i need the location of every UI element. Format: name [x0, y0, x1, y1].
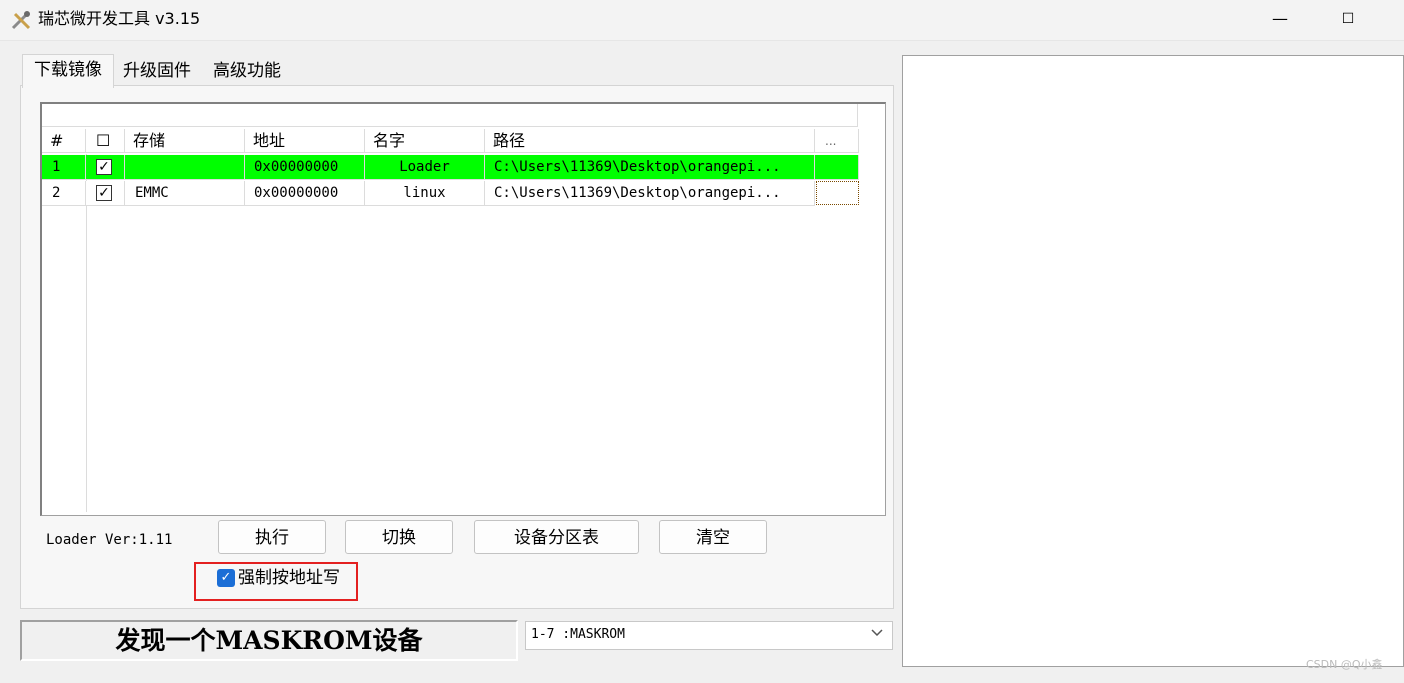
- row-name: Loader: [365, 155, 485, 180]
- table-row[interactable]: 2 ✓ EMMC 0x00000000 linux C:\Users\11369…: [42, 181, 859, 206]
- row-name: linux: [365, 181, 485, 206]
- table-row[interactable]: 1 ✓ 0x00000000 Loader C:\Users\11369\Des…: [42, 155, 859, 180]
- row-path: C:\Users\11369\Desktop\orangepi...: [485, 181, 815, 206]
- window-title: 瑞芯微开发工具 v3.15: [38, 9, 201, 28]
- row-storage: EMMC: [125, 181, 245, 206]
- minimize-button[interactable]: —: [1263, 6, 1297, 32]
- column-header-address[interactable]: 地址: [245, 129, 365, 153]
- row-number: 2: [42, 181, 86, 206]
- list-divider: [86, 154, 87, 512]
- chevron-down-icon[interactable]: [870, 625, 884, 646]
- row-checkbox[interactable]: ✓: [96, 185, 112, 201]
- maximize-button[interactable]: ☐: [1331, 6, 1365, 32]
- column-header-checkbox[interactable]: ☐: [86, 129, 125, 153]
- tab-advanced-functions[interactable]: 高级功能: [204, 56, 290, 86]
- list-top-strip: [42, 104, 858, 127]
- log-panel[interactable]: [902, 55, 1404, 667]
- column-header-path[interactable]: 路径: [485, 129, 815, 153]
- row-storage: [125, 155, 245, 180]
- column-header-number[interactable]: #: [42, 129, 86, 153]
- column-header-storage[interactable]: 存储: [125, 129, 245, 153]
- tools-icon: [11, 11, 31, 30]
- tab-download-image[interactable]: 下载镜像: [22, 54, 114, 88]
- loader-version: Loader Ver:1.11: [46, 532, 173, 548]
- row-number: 1: [42, 155, 86, 180]
- column-header-more[interactable]: ...: [815, 129, 859, 153]
- tab-upgrade-firmware[interactable]: 升级固件: [116, 56, 198, 86]
- title-bar: [0, 0, 1404, 41]
- row-browse-cell-focused[interactable]: [816, 181, 859, 205]
- partition-table-button[interactable]: 设备分区表: [474, 520, 639, 554]
- clear-button[interactable]: 清空: [659, 520, 767, 554]
- execute-button[interactable]: 执行: [218, 520, 326, 554]
- force-address-checkbox[interactable]: ✓: [217, 569, 235, 587]
- switch-button[interactable]: 切换: [345, 520, 453, 554]
- force-address-label[interactable]: 强制按地址写: [238, 566, 340, 590]
- device-status: 发现一个MASKROM设备: [20, 620, 518, 661]
- row-checkbox[interactable]: ✓: [96, 159, 112, 175]
- watermark: CSDN @Q小鑫: [1306, 658, 1383, 671]
- row-address: 0x00000000: [245, 181, 365, 206]
- device-select-value: 1-7 :MASKROM: [531, 627, 625, 642]
- column-header-name[interactable]: 名字: [365, 129, 485, 153]
- row-browse-cell[interactable]: [815, 155, 859, 180]
- row-path: C:\Users\11369\Desktop\orangepi...: [485, 155, 815, 180]
- row-address: 0x00000000: [245, 155, 365, 180]
